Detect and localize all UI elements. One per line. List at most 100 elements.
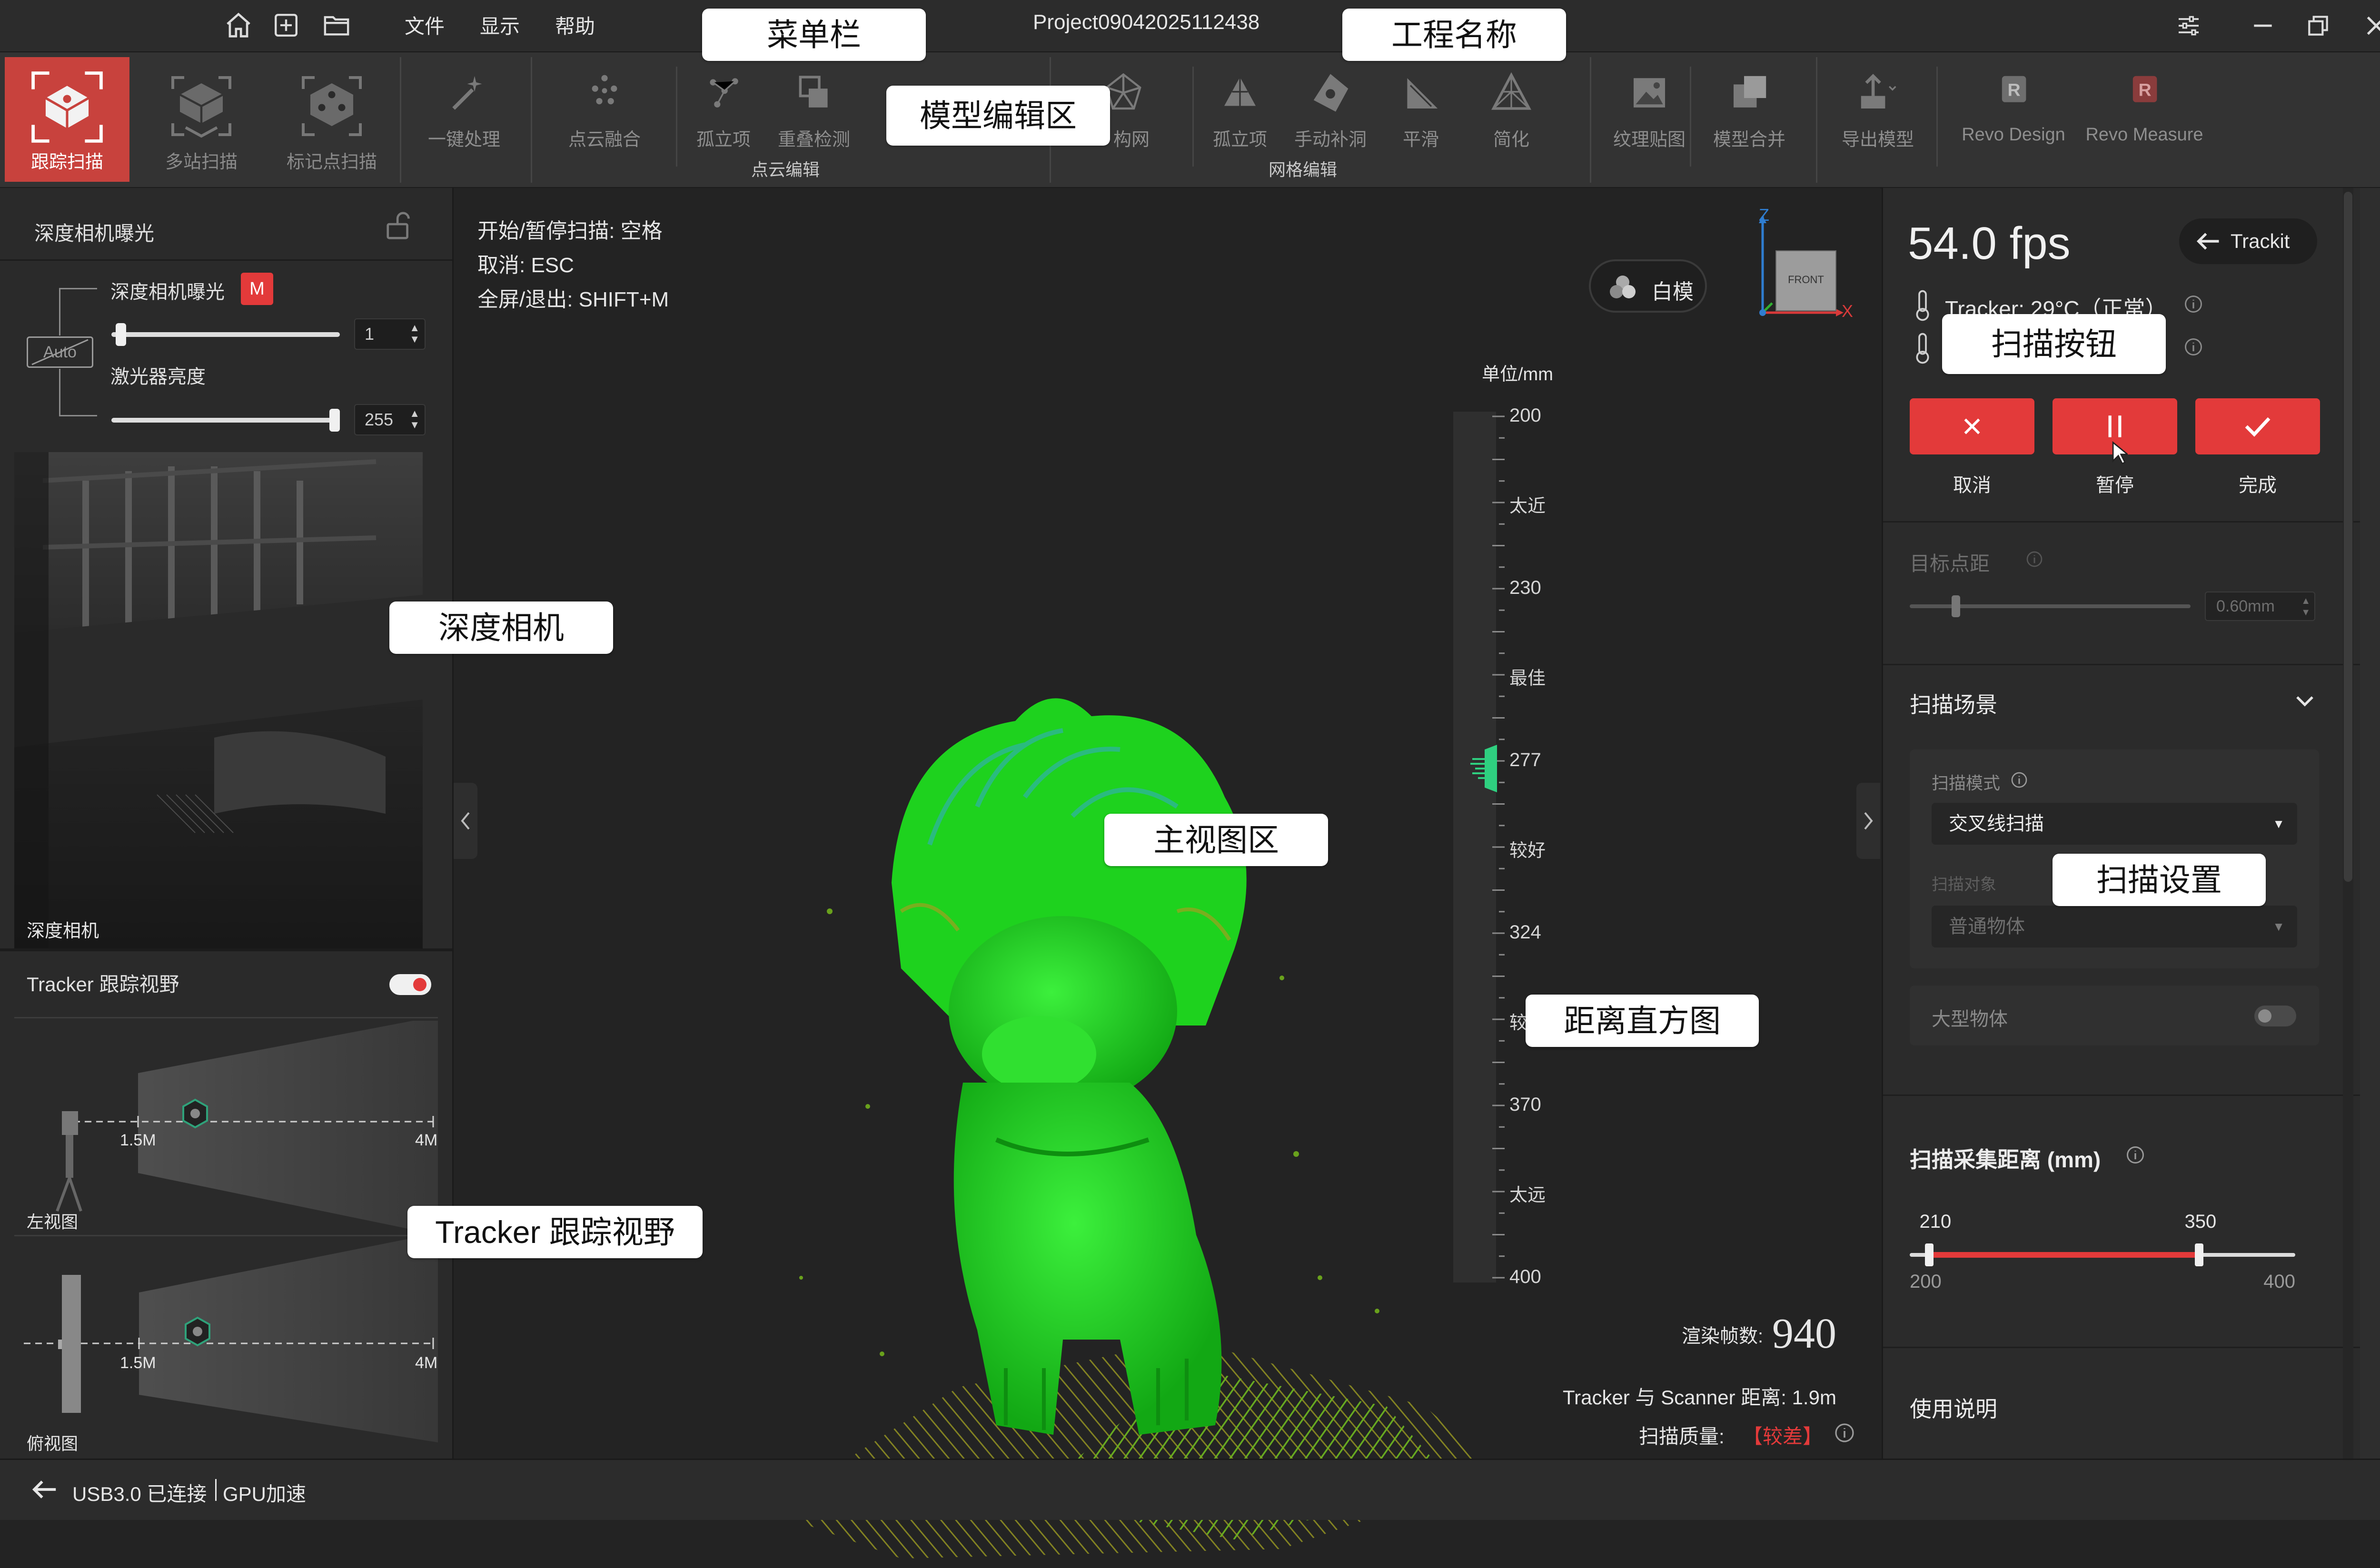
laser-slider-knob[interactable] bbox=[329, 409, 340, 432]
info-icon[interactable] bbox=[2183, 294, 2204, 315]
trackit-button[interactable]: Trackit bbox=[2179, 218, 2317, 264]
info-icon[interactable] bbox=[2010, 770, 2029, 789]
point-distance-knob[interactable] bbox=[1952, 595, 1960, 617]
restore-icon[interactable] bbox=[2305, 12, 2331, 39]
spin-arrows-icon[interactable]: ▲ ▼ bbox=[2301, 595, 2311, 618]
texture-map-button[interactable]: 纹理贴图 bbox=[1604, 67, 1695, 151]
view-cube[interactable]: Z X FRONT bbox=[1748, 205, 1858, 331]
right-panel-scrollbar[interactable] bbox=[2343, 188, 2353, 1459]
home-icon[interactable] bbox=[224, 10, 253, 40]
bracket-line bbox=[59, 288, 60, 335]
cancel-scan-button[interactable] bbox=[1910, 398, 2034, 454]
mesh-isolated-button[interactable]: 孤立项 bbox=[1195, 67, 1285, 151]
large-object-toggle[interactable] bbox=[2254, 1006, 2296, 1026]
right-tool-strip bbox=[2360, 188, 2380, 1459]
pc-isolated-button[interactable]: 孤立项 bbox=[678, 67, 769, 151]
divider bbox=[1883, 1347, 2361, 1348]
histogram-value-label: 230 bbox=[1509, 577, 1541, 598]
histogram-value-label: 400 bbox=[1509, 1266, 1541, 1287]
mode-multi-station-scan[interactable]: 多站扫描 bbox=[139, 57, 264, 182]
histogram-value-label: 324 bbox=[1509, 922, 1541, 943]
scanned-point-cloud bbox=[768, 698, 1501, 1558]
point-distance-spinbox[interactable]: 0.60mm ▲ ▼ bbox=[2205, 592, 2315, 621]
x-icon bbox=[1964, 418, 1980, 434]
back-arrow-icon bbox=[2196, 233, 2219, 250]
magic-wand-icon bbox=[452, 76, 482, 110]
info-icon[interactable] bbox=[2025, 550, 2044, 569]
one-click-process-button[interactable]: 一键处理 bbox=[419, 67, 509, 151]
exposure-slider-track[interactable] bbox=[111, 332, 340, 337]
laser-slider-track[interactable] bbox=[111, 418, 340, 423]
marker-scan-icon bbox=[302, 76, 362, 136]
pointcloud-fusion-icon bbox=[592, 75, 617, 105]
minimize-icon[interactable] bbox=[2250, 12, 2276, 39]
svg-text:R: R bbox=[2139, 80, 2152, 100]
pause-icon bbox=[2108, 415, 2122, 437]
range-high-knob[interactable] bbox=[2194, 1243, 2203, 1266]
revo-design-icon: R bbox=[2002, 76, 2026, 102]
spin-arrows-icon[interactable]: ▲ ▼ bbox=[409, 408, 420, 431]
dropdown-arrow-icon: ▼ bbox=[2272, 919, 2285, 934]
depth-camera-image bbox=[14, 452, 423, 949]
revo-measure-button[interactable]: R Revo Measure bbox=[2085, 67, 2204, 145]
scan-object-dropdown[interactable]: 普通物体 ▼ bbox=[1932, 906, 2297, 947]
scan-mode-dropdown[interactable]: 交叉线扫描 ▼ bbox=[1932, 803, 2297, 845]
exposure-slider-knob[interactable] bbox=[116, 323, 127, 346]
tracker-view-toggle[interactable] bbox=[389, 974, 431, 995]
overlap-detect-button[interactable]: 重叠检测 bbox=[769, 67, 859, 151]
mode-tracking-scan[interactable]: 跟踪扫描 bbox=[5, 57, 129, 182]
revo-design-button[interactable]: R Revo Design bbox=[1961, 67, 2066, 145]
range-low-knob[interactable] bbox=[1924, 1243, 1934, 1266]
simplify-button[interactable]: 简化 bbox=[1466, 67, 1557, 151]
white-model-toggle[interactable]: 白模 bbox=[1589, 259, 1707, 313]
menu-view[interactable]: 显示 bbox=[480, 10, 520, 39]
divider bbox=[1883, 664, 2361, 665]
collapse-right-panel[interactable] bbox=[1856, 783, 1880, 859]
mode-marker-scan[interactable]: 标记点扫描 bbox=[269, 57, 394, 182]
spin-arrows-icon[interactable]: ▲ ▼ bbox=[409, 322, 420, 345]
pause-scan-button[interactable] bbox=[2053, 398, 2177, 465]
cube-face-label: FRONT bbox=[1788, 274, 1824, 286]
range-fill bbox=[1929, 1252, 2199, 1258]
fill-hole-icon bbox=[1313, 74, 1349, 112]
unlock-icon[interactable] bbox=[384, 209, 417, 242]
model-merge-button[interactable]: 模型合并 bbox=[1704, 67, 1795, 151]
fps-readout: 54.0 fps bbox=[1908, 218, 2071, 269]
laser-spinbox[interactable]: 255 ▲ ▼ bbox=[354, 404, 426, 435]
chevron-left-icon bbox=[461, 812, 470, 830]
divider bbox=[14, 1017, 438, 1018]
usage-instructions-link[interactable]: 使用说明 bbox=[1910, 1392, 1997, 1423]
menu-help[interactable]: 帮助 bbox=[555, 10, 595, 39]
exposure-spinbox[interactable]: 1 ▲ ▼ bbox=[354, 318, 426, 350]
collapse-left-panel[interactable] bbox=[454, 783, 477, 859]
distance-range-slider[interactable]: 210 350 200 400 bbox=[1910, 1211, 2295, 1297]
pointcloud-fusion-button[interactable]: 点云融合 bbox=[559, 67, 650, 151]
info-icon[interactable] bbox=[2183, 336, 2204, 357]
point-distance-label: 目标点距 bbox=[1910, 552, 1990, 575]
near-distance-label-top: 1.5M bbox=[120, 1354, 156, 1372]
export-model-button[interactable]: 导出模型 bbox=[1833, 67, 1923, 151]
auto-toggle[interactable]: Auto bbox=[27, 336, 93, 368]
mouse-cursor-icon bbox=[2112, 441, 2128, 465]
range-low-value: 210 bbox=[1919, 1211, 1952, 1232]
finish-scan-button[interactable] bbox=[2195, 398, 2320, 454]
revo-measure-icon: R bbox=[2132, 76, 2157, 102]
manual-mode-badge[interactable]: M bbox=[241, 273, 273, 305]
open-folder-icon[interactable] bbox=[322, 11, 351, 39]
close-icon[interactable] bbox=[2362, 11, 2380, 40]
scrollbar-thumb[interactable] bbox=[2344, 192, 2352, 882]
exposure-label: 深度相机曝光 bbox=[110, 282, 225, 303]
callout-scan-buttons: 扫描按钮 bbox=[1942, 314, 2166, 374]
info-icon[interactable] bbox=[2125, 1144, 2146, 1165]
chevron-down-icon[interactable] bbox=[2293, 691, 2316, 710]
smooth-button[interactable]: 平滑 bbox=[1376, 67, 1466, 151]
merge-icon bbox=[1734, 76, 1766, 108]
tracker-scanner-distance: Tracker 与 Scanner 距离: 1.9m bbox=[1563, 1386, 1836, 1409]
manual-fill-hole-button[interactable]: 手动补洞 bbox=[1285, 67, 1376, 151]
thermometer-icon bbox=[1916, 333, 1929, 364]
info-icon[interactable] bbox=[1833, 1421, 1856, 1444]
histogram-zone-label: 较好 bbox=[1509, 841, 1546, 861]
settings-sliders-icon[interactable] bbox=[2175, 12, 2202, 39]
menu-file[interactable]: 文件 bbox=[405, 10, 445, 39]
new-project-icon[interactable] bbox=[272, 11, 300, 39]
